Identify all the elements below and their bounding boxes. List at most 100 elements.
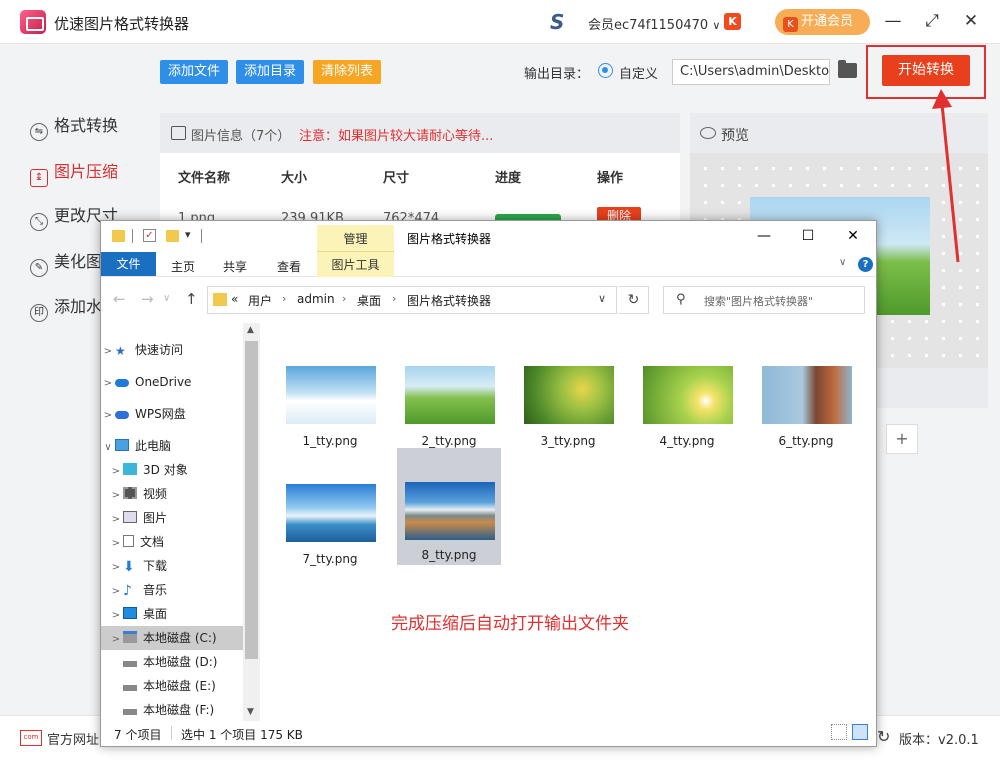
refresh-folder-icon[interactable]: ↻ [619, 286, 649, 314]
customize-quick-access-icon[interactable]: ▾ [185, 228, 191, 241]
up-icon[interactable]: ↑ [185, 290, 198, 308]
cube-icon [123, 463, 137, 475]
video-icon [123, 487, 137, 499]
tree-videos[interactable]: > 视频 [101, 482, 243, 506]
status-selection: 选中 1 个项目 175 KB [181, 728, 303, 742]
divider [201, 229, 202, 243]
tab-share[interactable]: 共享 [223, 258, 247, 275]
scroll-up-icon[interactable]: ▲ [247, 325, 254, 335]
file-thumbnail [762, 366, 852, 424]
clear-list-button[interactable]: 清除列表 [313, 60, 382, 84]
file-item[interactable]: 3_tty.png [516, 358, 620, 474]
tab-home[interactable]: 主页 [171, 258, 195, 275]
file-item[interactable]: 7_tty.png [278, 476, 382, 592]
sidebar-item-compress[interactable]: ↨ 图片压缩 [30, 160, 118, 187]
maximize-button[interactable]: ⤢ [921, 10, 943, 32]
column-header-action: 操作 [597, 171, 624, 186]
back-icon[interactable]: ← [113, 290, 126, 308]
breadcrumb-admin[interactable]: admin [297, 292, 335, 306]
wps-cloud-icon [115, 411, 129, 419]
tab-image-tools[interactable]: 图片工具 [317, 251, 394, 277]
tree-pictures[interactable]: > 图片 [101, 506, 243, 530]
member-account[interactable]: 会员ec74f1150470 ∨ [588, 14, 720, 33]
breadcrumb-separator: › [392, 292, 397, 305]
explorer-minimize-button[interactable]: — [753, 227, 775, 245]
close-button[interactable]: ✕ [960, 10, 982, 32]
folder-icon [112, 230, 125, 242]
image-icon [171, 126, 186, 140]
file-item[interactable]: 6_tty.png [754, 358, 858, 474]
scroll-down-icon[interactable]: ▼ [247, 707, 254, 717]
custom-radio[interactable] [598, 63, 613, 78]
file-name: 4_tty.png [659, 434, 715, 448]
search-icon: ⚲ [676, 292, 686, 307]
explorer-maximize-button[interactable]: ☐ [797, 227, 819, 245]
forward-icon[interactable]: → [141, 290, 154, 308]
tab-file[interactable]: 文件 [101, 252, 156, 276]
increase-button[interactable]: + [886, 424, 918, 454]
music-icon: ♪ [123, 583, 132, 599]
recent-locations-icon[interactable]: ∨ [163, 293, 170, 304]
explorer-close-button[interactable]: ✕ [842, 227, 864, 245]
tree-documents[interactable]: > 文档 [101, 530, 243, 554]
tree-drive-f[interactable]: 本地磁盘 (F:) [101, 698, 243, 722]
file-name: 2_tty.png [421, 434, 477, 448]
app-title: 优速图片格式转换器 [54, 15, 190, 33]
details-view-icon[interactable] [831, 724, 847, 740]
file-item[interactable]: 4_tty.png [635, 358, 739, 474]
drive-icon [123, 661, 137, 667]
tab-view[interactable]: 查看 [277, 258, 301, 275]
file-thumbnail [524, 366, 614, 424]
breadcrumb-desktop[interactable]: 桌面 [357, 292, 381, 309]
output-path-input[interactable]: C:\Users\admin\Desktop [672, 59, 830, 85]
manage-tab[interactable]: 管理 [317, 225, 394, 251]
file-thumbnail [643, 366, 733, 424]
divider [171, 726, 172, 740]
tree-quick-access[interactable]: > ★ 快速访问 [101, 338, 243, 362]
file-item-selected[interactable]: 8_tty.png [397, 448, 501, 565]
tree-onedrive[interactable]: > OneDrive [101, 370, 243, 394]
file-thumbnail [286, 366, 376, 424]
file-explorer-window: ✓ ▾ 管理 图片格式转换器 — ☐ ✕ 文件 主页 共享 查看 图片工具 ∨ … [100, 220, 877, 747]
file-thumbnail [286, 484, 376, 542]
properties-icon[interactable]: ✓ [143, 229, 156, 242]
version-label: 版本：v2.0.1 [899, 733, 979, 748]
file-item[interactable]: 1_tty.png [278, 358, 382, 474]
tree-wps-drive[interactable]: > WPS网盘 [101, 402, 243, 426]
open-vip-button[interactable]: K 开通会员 [775, 9, 870, 35]
breadcrumb-users[interactable]: 用户 [248, 292, 272, 309]
tree-3d-objects[interactable]: >3D 对象 [101, 458, 243, 482]
column-header-size: 大小 [281, 171, 308, 186]
add-directory-button[interactable]: 添加目录 [236, 60, 305, 84]
expand-ribbon-icon[interactable]: ∨ [839, 257, 846, 268]
nav-scrollbar-thumb[interactable] [245, 341, 258, 659]
ribbon [101, 251, 876, 277]
document-icon [123, 535, 134, 547]
breadcrumb-overflow[interactable]: « [231, 292, 238, 306]
tree-drive-e[interactable]: 本地磁盘 (E:) [101, 674, 243, 698]
browse-folder-icon[interactable] [838, 60, 857, 78]
cloud-icon [115, 379, 129, 387]
tree-downloads[interactable]: > ⬇ 下载 [101, 554, 243, 578]
tree-drive-c[interactable]: > 本地磁盘 (C:) [101, 626, 243, 650]
tree-drive-d[interactable]: 本地磁盘 (D:) [101, 650, 243, 674]
new-folder-icon[interactable] [166, 230, 179, 242]
drive-icon [123, 685, 137, 691]
sidebar-item-format-convert[interactable]: ⇋ 格式转换 [30, 114, 118, 141]
breadcrumb-folder[interactable]: 图片格式转换器 [407, 292, 491, 309]
address-dropdown-icon[interactable]: ∨ [598, 292, 606, 305]
tree-this-pc[interactable]: ∨ 此电脑 [101, 434, 243, 458]
minimize-button[interactable]: — [882, 10, 904, 32]
file-name: 7_tty.png [302, 552, 358, 566]
large-icons-view-icon[interactable] [852, 724, 868, 740]
help-icon[interactable]: ? [858, 257, 873, 272]
tree-music[interactable]: > ♪ 音乐 [101, 578, 243, 602]
refresh-icon[interactable]: ↻ [877, 727, 890, 746]
breadcrumb-separator: › [342, 292, 347, 305]
preview-title: 预览 [721, 128, 749, 144]
file-info-notice: 注意：如果图片较大请耐心等待... [299, 129, 494, 144]
tree-desktop[interactable]: > 桌面 [101, 602, 243, 626]
file-info-title: 图片信息（7个） [191, 129, 291, 144]
add-file-button[interactable]: 添加文件 [160, 60, 229, 84]
official-site-link[interactable]: 官方网址 [47, 729, 99, 748]
